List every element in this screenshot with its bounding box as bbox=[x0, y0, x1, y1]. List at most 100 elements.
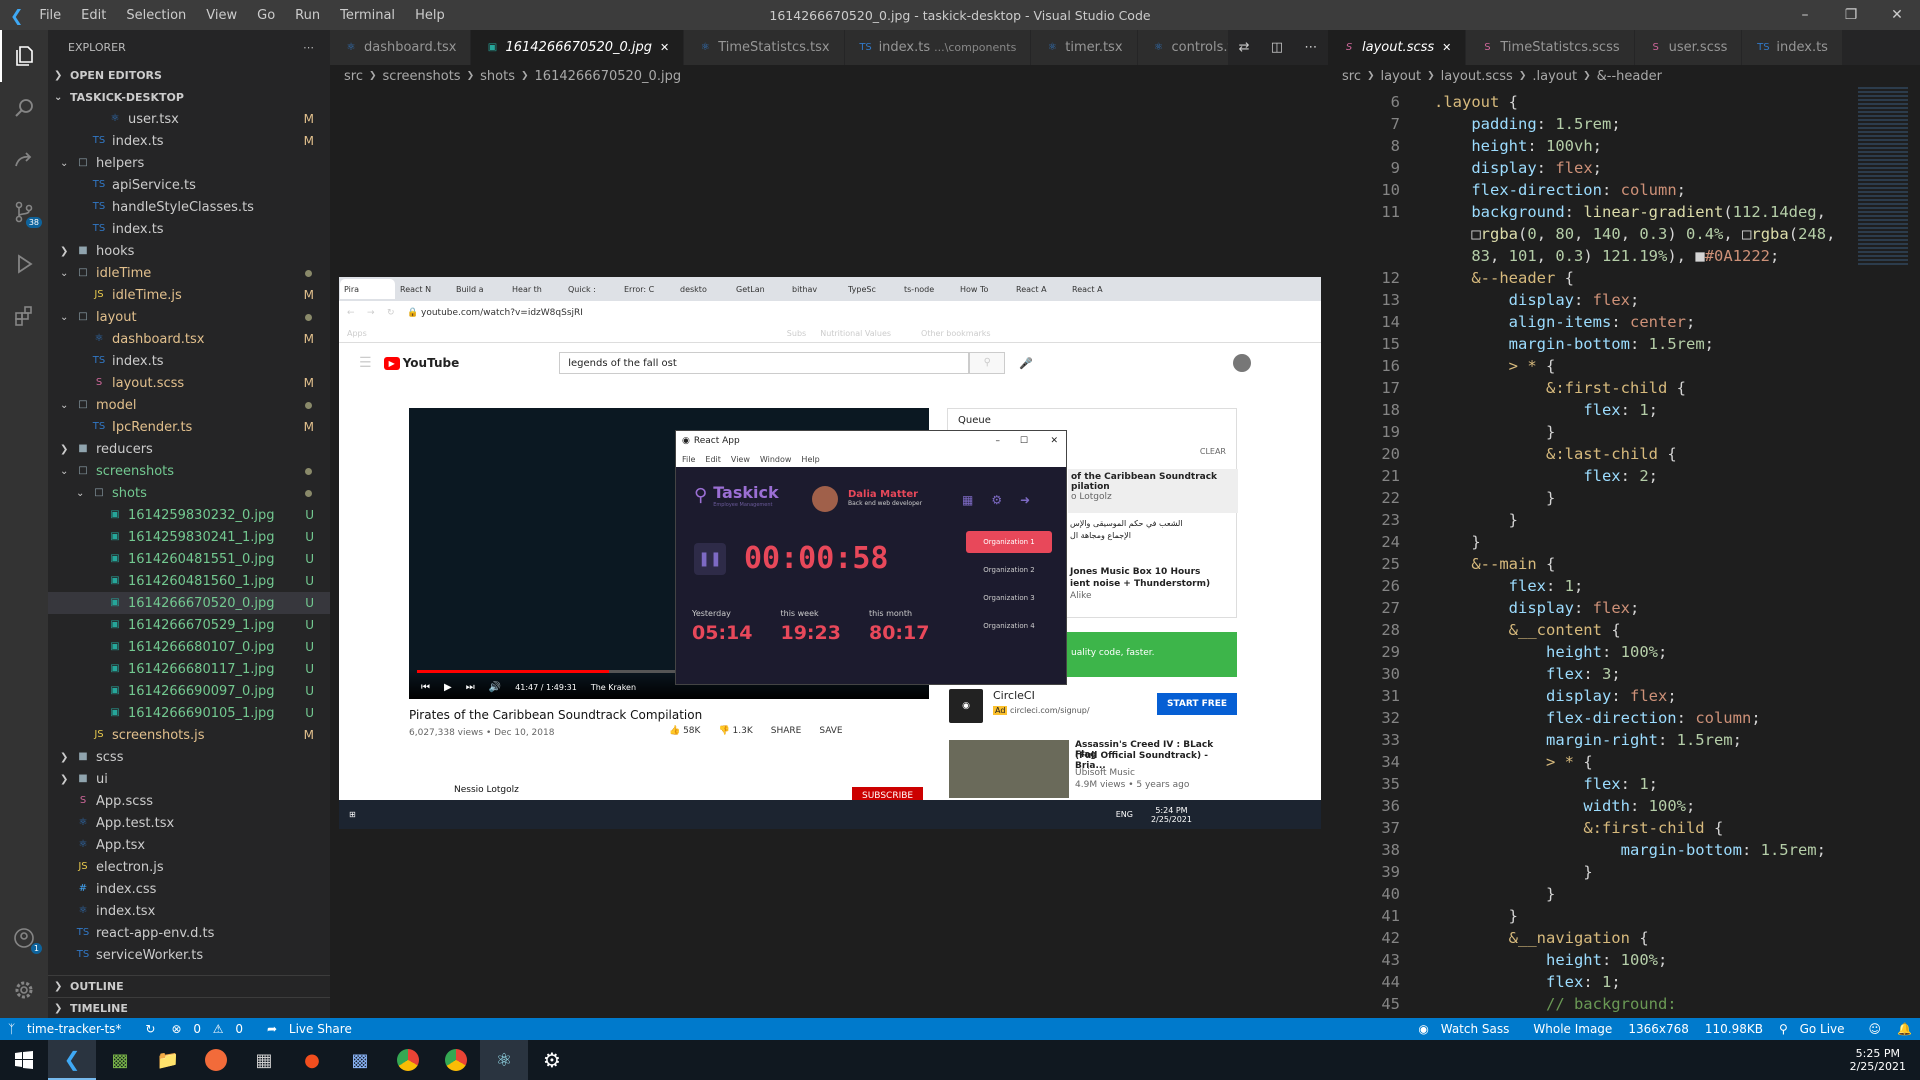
minimize-icon[interactable]: – bbox=[1782, 0, 1828, 30]
folder-row[interactable]: ⌄ □ screenshots bbox=[48, 460, 330, 482]
close-icon[interactable]: ✕ bbox=[1874, 0, 1920, 30]
file-row[interactable]: ⚛ dashboard.tsx M bbox=[48, 328, 330, 350]
timeline-section[interactable]: ❯ TIMELINE bbox=[48, 997, 330, 1019]
folder-row[interactable]: ❯ ■ ui bbox=[48, 768, 330, 790]
code-lines[interactable]: 6 .layout {7 padding: 1.5rem; 8 height: 10… bbox=[1328, 91, 1858, 1015]
file-row[interactable]: ▣ 1614266680107_0.jpg U bbox=[48, 636, 330, 658]
breadcrumb-item[interactable]: 1614266670520_0.jpg bbox=[535, 69, 682, 84]
tab-close-icon[interactable]: ✕ bbox=[660, 41, 669, 54]
folder-row[interactable]: ❯ ■ hooks bbox=[48, 240, 330, 262]
file-row[interactable]: ▣ 1614266670529_1.jpg U bbox=[48, 614, 330, 636]
file-row[interactable]: JS idleTime.js M bbox=[48, 284, 330, 306]
folder-row[interactable]: ❯ ■ reducers bbox=[48, 438, 330, 460]
tab-layout-scss[interactable]: Slayout.scss ✕ bbox=[1328, 30, 1467, 65]
tab-dashboard-tsx[interactable]: ⚛ dashboard.tsx bbox=[330, 30, 472, 65]
folder-row[interactable]: ❯ ■ scss bbox=[48, 746, 330, 768]
file-row[interactable]: JS screenshots.js M bbox=[48, 724, 330, 746]
file-row[interactable]: JS electron.js bbox=[48, 856, 330, 878]
folder-row[interactable]: ⌄ □ helpers bbox=[48, 152, 330, 174]
calculator-taskbar-icon[interactable]: ▦ bbox=[240, 1040, 288, 1080]
minimap[interactable] bbox=[1858, 87, 1920, 687]
file-row[interactable]: Slayout.scss M bbox=[48, 372, 330, 394]
file-row[interactable]: S App.scss bbox=[48, 790, 330, 812]
tab-user-scss[interactable]: Suser.scss bbox=[1634, 30, 1743, 65]
extensions-icon[interactable] bbox=[0, 290, 48, 342]
breadcrumb-item[interactable]: src bbox=[1342, 69, 1361, 84]
sync-icon[interactable]: ↻ bbox=[137, 1022, 163, 1036]
start-icon[interactable] bbox=[0, 1040, 48, 1080]
file-row[interactable]: ▣ 1614266690105_1.jpg U bbox=[48, 702, 330, 724]
folder-row[interactable]: ⌄ □ shots bbox=[48, 482, 330, 504]
file-row[interactable]: ▣ 1614266670520_0.jpg U bbox=[48, 592, 330, 614]
figma-taskbar-icon[interactable]: ● bbox=[288, 1040, 336, 1080]
feedback-icon[interactable]: ☺ bbox=[1861, 1022, 1890, 1036]
breadcrumb-item[interactable]: src bbox=[344, 69, 363, 84]
settings-gear-icon[interactable] bbox=[0, 964, 48, 1016]
file-row[interactable]: ⚛ user.tsx M bbox=[48, 108, 330, 130]
file-row[interactable]: ▣ 1614260481560_1.jpg U bbox=[48, 570, 330, 592]
chrome2-taskbar-icon[interactable] bbox=[432, 1040, 480, 1080]
run-debug-icon[interactable] bbox=[0, 238, 48, 290]
breadcrumb-item[interactable]: shots bbox=[480, 69, 515, 84]
explorer-icon[interactable] bbox=[0, 30, 48, 82]
tab-index-ts[interactable]: TS index.ts bbox=[1742, 30, 1843, 65]
chrome-taskbar-icon[interactable] bbox=[384, 1040, 432, 1080]
restore-icon[interactable]: ❐ bbox=[1828, 0, 1874, 30]
file-row[interactable]: TS react-app-env.d.ts bbox=[48, 922, 330, 944]
file-row[interactable]: TS index.ts bbox=[48, 218, 330, 240]
tab-close-icon[interactable]: ✕ bbox=[1442, 41, 1451, 54]
menu-run[interactable]: Run bbox=[285, 8, 330, 23]
compare-icon[interactable]: ⇄ bbox=[1239, 40, 1250, 55]
breadcrumb-item[interactable]: &--header bbox=[1597, 69, 1662, 84]
whole-image-status[interactable]: Whole Image bbox=[1525, 1022, 1620, 1036]
menu-view[interactable]: View bbox=[196, 8, 247, 23]
file-row[interactable]: TS handleStyleClasses.ts bbox=[48, 196, 330, 218]
file-row[interactable]: ▣ 1614260481551_0.jpg U bbox=[48, 548, 330, 570]
branch-status[interactable]: ᛉ time-tracker-ts* bbox=[0, 1022, 137, 1036]
menu-selection[interactable]: Selection bbox=[116, 8, 196, 23]
menu-terminal[interactable]: Terminal bbox=[330, 8, 405, 23]
file-row[interactable]: # index.css bbox=[48, 878, 330, 900]
breadcrumb-item[interactable]: layout bbox=[1381, 69, 1422, 84]
search-icon[interactable] bbox=[0, 82, 48, 134]
tab-1614266670520-0-jpg[interactable]: ▣ 1614266670520_0.jpg ✕ bbox=[471, 30, 685, 65]
folder-row[interactable]: ⌄ □ model bbox=[48, 394, 330, 416]
source-control-icon[interactable]: 38 bbox=[0, 186, 48, 238]
file-row[interactable]: TS serviceWorker.ts bbox=[48, 944, 330, 966]
file-row[interactable]: TS IpcRender.ts M bbox=[48, 416, 330, 438]
terminal-taskbar-icon[interactable]: ▩ bbox=[96, 1040, 144, 1080]
open-editors-section[interactable]: ❯ OPEN EDITORS bbox=[48, 64, 330, 86]
menu-help[interactable]: Help bbox=[405, 8, 455, 23]
file-row[interactable]: ▣ 1614259830232_0.jpg U bbox=[48, 504, 330, 526]
tab-timer-tsx[interactable]: ⚛ timer.tsx bbox=[1031, 30, 1138, 65]
postman-taskbar-icon[interactable] bbox=[192, 1040, 240, 1080]
more-icon[interactable]: ⋯ bbox=[1304, 40, 1317, 55]
file-row[interactable]: ⚛ index.tsx bbox=[48, 900, 330, 922]
outline-section[interactable]: ❯ OUTLINE bbox=[48, 975, 330, 997]
split-editor-icon[interactable]: ◫ bbox=[1271, 40, 1283, 55]
project-section[interactable]: ⌄ TASKICK-DESKTOP bbox=[48, 86, 330, 108]
file-row[interactable]: TS index.ts bbox=[48, 350, 330, 372]
go-live-status[interactable]: ⚲ Go Live bbox=[1771, 1022, 1861, 1036]
breadcrumb-item[interactable]: .layout bbox=[1532, 69, 1577, 84]
menu-edit[interactable]: Edit bbox=[71, 8, 116, 23]
live-share-icon[interactable] bbox=[0, 134, 48, 186]
menu-file[interactable]: File bbox=[29, 8, 71, 23]
file-explorer-taskbar-icon[interactable]: 📁 bbox=[144, 1040, 192, 1080]
vscode-taskbar-icon[interactable]: ❮ bbox=[48, 1040, 96, 1080]
problems-status[interactable]: ⊗ 0 ⚠ 0 bbox=[163, 1022, 259, 1036]
live-share-status[interactable]: ➦ Live Share bbox=[259, 1022, 368, 1036]
accounts-icon[interactable]: 1 bbox=[0, 912, 48, 964]
breadcrumb-item[interactable]: screenshots bbox=[383, 69, 461, 84]
notifications-icon[interactable]: 🔔 bbox=[1889, 1022, 1920, 1036]
electron-taskbar-icon[interactable]: ⚛ bbox=[480, 1040, 528, 1080]
file-row[interactable]: TS apiService.ts bbox=[48, 174, 330, 196]
folder-row[interactable]: ⌄ □ idleTime bbox=[48, 262, 330, 284]
file-row[interactable]: TS index.ts M bbox=[48, 130, 330, 152]
menu-go[interactable]: Go bbox=[247, 8, 285, 23]
settings-taskbar-icon[interactable]: ⚙ bbox=[528, 1040, 576, 1080]
file-row[interactable]: ▣ 1614259830241_1.jpg U bbox=[48, 526, 330, 548]
file-row[interactable]: ▣ 1614266690097_0.jpg U bbox=[48, 680, 330, 702]
watch-sass-status[interactable]: ◉ Watch Sass bbox=[1410, 1022, 1525, 1036]
file-row[interactable]: ⚛ App.tsx bbox=[48, 834, 330, 856]
